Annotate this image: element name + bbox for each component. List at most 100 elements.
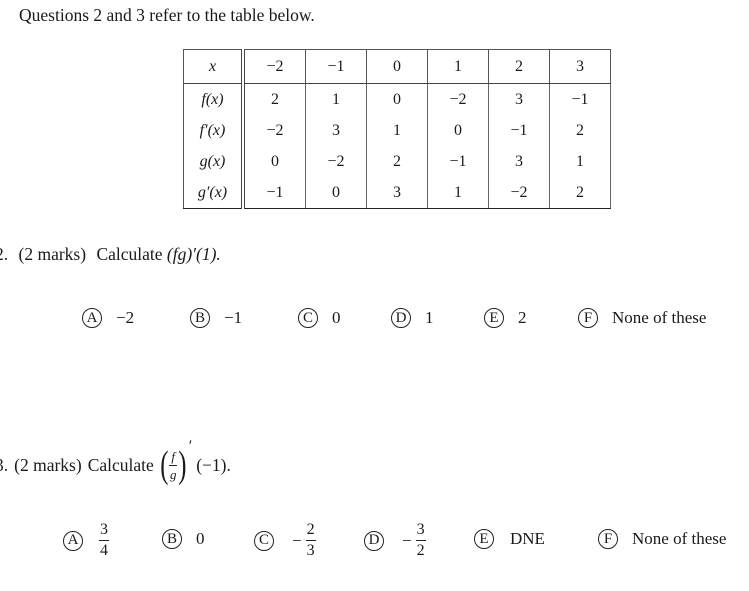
q3-choice-e[interactable]: E DNE xyxy=(474,529,545,549)
choice-letter-circle: D xyxy=(391,308,411,328)
argument: (−1). xyxy=(196,454,231,475)
choice-letter-circle: F xyxy=(578,308,598,328)
choice-value: None of these xyxy=(612,308,707,327)
fraction-numerator: 3 xyxy=(415,522,426,541)
table-cell: 3 xyxy=(488,83,550,115)
q3-choice-c[interactable]: C − 2 3 xyxy=(254,522,316,559)
table-cell: −2 xyxy=(305,146,367,177)
choice-fraction: 2 3 xyxy=(305,522,316,559)
table-cell: −2 xyxy=(242,115,306,146)
question-marks: (2 marks) xyxy=(18,244,87,264)
row-label: f′(x) xyxy=(183,115,245,146)
fraction-denominator: 3 xyxy=(306,542,315,559)
intro-text: Questions 2 and 3 refer to the table bel… xyxy=(19,5,315,25)
choice-value: DNE xyxy=(510,529,545,548)
row-label: f(x) xyxy=(183,83,245,115)
choice-fraction: 3 4 xyxy=(99,522,109,559)
table-cell: −2 xyxy=(427,83,489,115)
minus-sign: − xyxy=(292,530,302,550)
question-2: 2. (2 marks) Calculate (fg)′(1). xyxy=(0,244,221,265)
table-cell: 1 xyxy=(427,177,489,209)
fraction-numerator: 2 xyxy=(305,522,316,541)
table-cell: −1 xyxy=(488,115,550,146)
choice-letter-circle: A xyxy=(82,308,102,328)
table-cell: 0 xyxy=(242,146,306,177)
table-cell: −2 xyxy=(488,177,550,209)
q2-choice-c[interactable]: C 0 xyxy=(298,308,341,328)
choice-value: −1 xyxy=(224,308,243,327)
table-row-g: g(x) 0 −2 2 −1 3 1 xyxy=(183,146,611,177)
q3-choice-d[interactable]: D − 3 2 xyxy=(364,522,426,559)
choice-value: None of these xyxy=(632,529,727,548)
choice-fraction: 3 2 xyxy=(415,522,426,559)
table-cell: 3 xyxy=(305,115,367,146)
choice-letter-circle: C xyxy=(298,308,318,328)
header-cell: 1 xyxy=(427,49,489,84)
table-header-row: x −2 −1 0 1 2 3 xyxy=(183,49,611,84)
question-number: 2. xyxy=(0,244,9,264)
header-cell: −2 xyxy=(242,49,306,84)
table-cell: −1 xyxy=(549,83,611,115)
minus-sign: − xyxy=(402,530,412,550)
choice-letter-circle: B xyxy=(162,529,182,549)
table-cell: 1 xyxy=(305,83,367,115)
table-cell: 2 xyxy=(242,83,306,115)
right-paren: ) xyxy=(178,444,187,486)
left-paren: ( xyxy=(159,444,169,486)
q3-choice-b[interactable]: B 0 xyxy=(162,529,205,549)
table-cell: 2 xyxy=(366,146,428,177)
table-cell: 3 xyxy=(366,177,428,209)
table-cell: 0 xyxy=(427,115,489,146)
table-cell: 1 xyxy=(366,115,428,146)
question-prompt: Calculate xyxy=(96,244,163,264)
q2-choice-f[interactable]: F None of these xyxy=(578,308,706,328)
choice-value: −2 xyxy=(116,308,135,327)
table-cell: 0 xyxy=(366,83,428,115)
table-cell: 3 xyxy=(488,146,550,177)
header-cell: 2 xyxy=(488,49,550,84)
fraction-denominator: 4 xyxy=(100,542,108,559)
table-cell: 1 xyxy=(549,146,611,177)
choice-value: 1 xyxy=(425,308,434,327)
fraction-denominator: 2 xyxy=(416,542,425,559)
row-label: g′(x) xyxy=(183,177,245,209)
choice-letter-circle: B xyxy=(190,308,210,328)
q2-choice-e[interactable]: E 2 xyxy=(484,308,527,328)
question-prompt: Calculate xyxy=(87,454,154,475)
question-marks: (2 marks) xyxy=(14,454,82,475)
table-row-f-prime: f′(x) −2 3 1 0 −1 2 xyxy=(183,115,611,146)
choice-value: 0 xyxy=(196,529,205,548)
row-label: g(x) xyxy=(183,146,245,177)
header-cell: 3 xyxy=(549,49,611,84)
header-label-x: x xyxy=(183,49,245,84)
table-row-f: f(x) 2 1 0 −2 3 −1 xyxy=(183,83,611,115)
header-cell: 0 xyxy=(366,49,428,84)
q2-choice-b[interactable]: B −1 xyxy=(190,308,242,328)
q2-choice-d[interactable]: D 1 xyxy=(391,308,434,328)
header-cell: −1 xyxy=(305,49,367,84)
prime-mark: ′ xyxy=(188,438,193,455)
quotient-expression: ( f g ) ′ (−1). xyxy=(158,438,231,486)
table-cell: 2 xyxy=(549,177,611,209)
q3-choice-a[interactable]: A 3 4 xyxy=(63,522,109,559)
choice-letter-circle: E xyxy=(474,529,494,549)
question-expression: (fg)′(1). xyxy=(166,244,221,264)
question-3: 3. (2 marks) Calculate ( f g ) ′ (−1). xyxy=(0,438,231,486)
table-cell: −1 xyxy=(427,146,489,177)
q3-choice-f[interactable]: F None of these xyxy=(598,529,726,549)
table-row-g-prime: g′(x) −1 0 3 1 −2 2 xyxy=(183,177,611,209)
fraction-numerator: 3 xyxy=(99,522,109,541)
choice-value: 0 xyxy=(332,308,341,327)
fraction-numerator: f xyxy=(169,448,178,466)
table-cell: 0 xyxy=(305,177,367,209)
function-values-table: x −2 −1 0 1 2 3 f(x) 2 1 0 −2 3 −1 f′(x)… xyxy=(183,49,611,209)
table-cell: 2 xyxy=(549,115,611,146)
fraction-denominator: g xyxy=(169,466,177,482)
choice-letter-circle: F xyxy=(598,529,618,549)
choice-letter-circle: C xyxy=(254,530,274,551)
choice-letter-circle: D xyxy=(364,530,384,551)
f-over-g-fraction: f g xyxy=(169,448,178,482)
choice-value: 2 xyxy=(518,308,527,327)
q2-choice-a[interactable]: A −2 xyxy=(82,308,134,328)
choice-letter-circle: E xyxy=(484,308,504,328)
